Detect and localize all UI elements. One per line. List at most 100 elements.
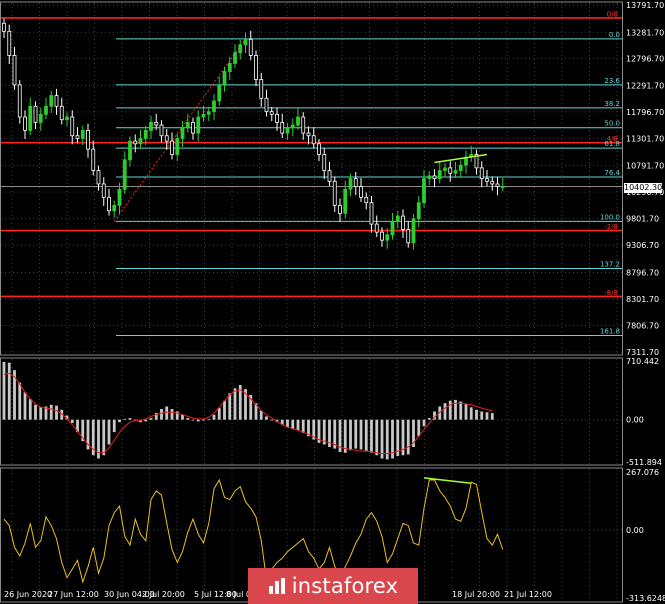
price-tick-label: 7311.70 [626, 348, 659, 357]
time-axis-label: 18 Jul 20:00 [452, 590, 500, 599]
candle-body [17, 84, 22, 118]
candle-body [280, 121, 285, 134]
osc-divergence-line [423, 477, 472, 485]
macd-bar [223, 400, 226, 420]
candle-body [154, 121, 159, 126]
current-price-box: 10402.30 [624, 183, 663, 193]
macd-tick-label: -511.894 [626, 458, 662, 467]
macd-bar [233, 388, 237, 420]
candle-body [2, 22, 6, 32]
candle-body [290, 124, 295, 129]
candle-body [348, 178, 353, 190]
candle-body [364, 196, 369, 204]
macd-bar [149, 418, 153, 420]
macd-bar [443, 403, 447, 420]
candle-body [275, 113, 279, 123]
macd-bar [480, 411, 484, 420]
time-axis-label: 27 Jun 12:00 [48, 590, 99, 599]
macd-bar [259, 410, 263, 420]
macd-bar [18, 382, 22, 420]
macd-bar [286, 419, 289, 428]
price-tick-label: 8796.70 [626, 268, 659, 277]
macd-bar [291, 419, 295, 429]
macd-bar [112, 419, 116, 433]
candle-body [448, 167, 453, 174]
candle-body [23, 116, 27, 131]
fib-level-label: 0.0 [609, 31, 620, 39]
macd-bar [55, 405, 58, 420]
fib-level-label: 100.0 [600, 213, 620, 221]
candle-body [7, 30, 12, 56]
price-tick-label: 8301.70 [626, 295, 659, 304]
price-tick-label: 11796.70 [626, 108, 664, 117]
candle-body [122, 159, 127, 190]
time-axis-label: 21 Jul 12:00 [504, 590, 552, 599]
macd-bar [469, 407, 473, 420]
candle-body [164, 135, 169, 142]
candle-body [143, 129, 148, 139]
candle-body [96, 170, 101, 185]
macd-bar [422, 419, 426, 427]
macd-bar [207, 418, 211, 420]
candle-body [107, 196, 111, 212]
trading-chart-window: 13791.70 13281.70 12796.70 12291.70 11796.70… [0, 0, 665, 604]
candle-body [301, 116, 306, 134]
candle-body [101, 183, 106, 198]
logo-mark-icon [268, 578, 285, 594]
candle-body [191, 121, 195, 134]
candle-body [217, 84, 222, 102]
macd-bar [7, 362, 11, 420]
candle-body [138, 138, 143, 145]
candle-body [159, 124, 164, 137]
candle-body [248, 38, 253, 56]
candle-body [495, 183, 500, 188]
candle-body [311, 135, 316, 145]
candle-body [269, 111, 274, 115]
candle-body [112, 204, 117, 212]
candle-body [259, 79, 264, 99]
candle-body [411, 218, 416, 244]
fib-level-label: 50.0 [604, 120, 620, 128]
candle-body [338, 204, 342, 214]
candle-body [390, 221, 395, 236]
fib-level-label: 23.6 [604, 77, 620, 85]
macd-bar [265, 416, 268, 420]
macd-bar [459, 401, 463, 420]
candle-body [322, 154, 327, 171]
macd-bar [28, 399, 32, 420]
candle-body [243, 38, 248, 46]
macd-bar [301, 419, 305, 433]
macd-bar [380, 419, 384, 459]
candle-body [422, 178, 426, 204]
macd-bar [160, 408, 163, 420]
candle-body [327, 170, 332, 182]
candle-body [227, 63, 232, 72]
candle-body [432, 175, 437, 179]
candle-body [91, 148, 96, 171]
osc-tick-label: -313.6248 [626, 594, 665, 603]
macd-bar [2, 361, 6, 420]
macd-bar [102, 419, 106, 456]
candle-body [353, 178, 358, 188]
candle-body [401, 215, 405, 230]
candle-body [453, 170, 458, 174]
candle-body [49, 95, 54, 107]
macd-bar [118, 419, 121, 423]
fib-level-label: 161.8 [600, 327, 620, 335]
macd-bar [464, 404, 468, 420]
price-tick-label: 9306.70 [626, 241, 659, 250]
candle-body [296, 116, 300, 126]
macd-bar [49, 404, 53, 420]
candle-body [380, 231, 384, 241]
macd-bar [107, 419, 111, 445]
candle-body [201, 113, 206, 118]
candle-body [28, 105, 33, 131]
macd-bar [370, 419, 373, 453]
price-tick-label: 13791.70 [626, 1, 664, 10]
macd-bar [202, 419, 205, 421]
candle-body [222, 71, 227, 86]
candle-body [317, 143, 321, 155]
macd-bar [448, 400, 452, 420]
candle-body [458, 164, 463, 171]
candle-body [369, 202, 374, 225]
